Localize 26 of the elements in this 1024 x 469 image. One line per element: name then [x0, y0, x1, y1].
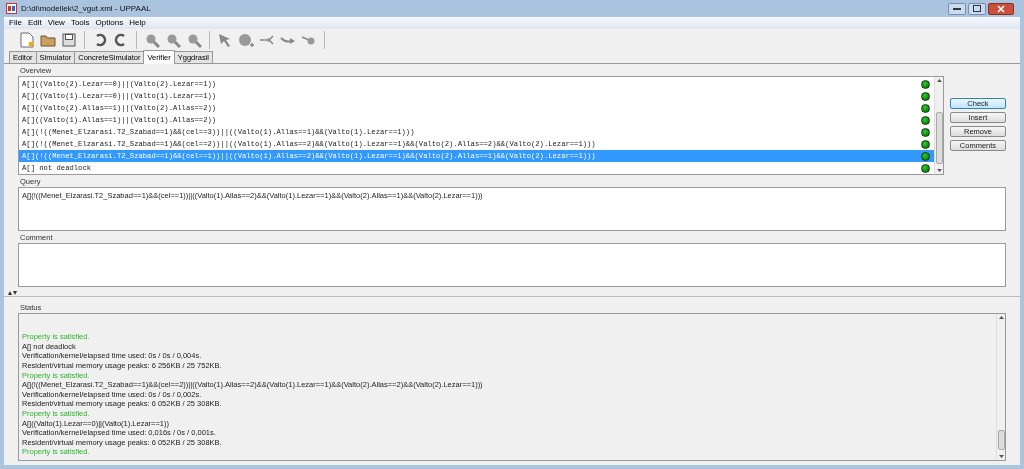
scroll-down-icon[interactable] — [997, 454, 1005, 460]
minimize-button[interactable] — [948, 2, 966, 15]
menu-item[interactable]: Edit — [24, 17, 45, 29]
menu-item[interactable]: File — [6, 17, 25, 29]
scroll-up-icon[interactable] — [997, 314, 1005, 320]
app-icon — [6, 3, 17, 14]
new-file-icon[interactable] — [18, 31, 36, 49]
menu-item[interactable]: View — [44, 17, 68, 29]
comment-field[interactable] — [18, 243, 1006, 287]
scroll-up-icon[interactable] — [935, 77, 943, 83]
menu-item[interactable]: Help — [126, 17, 149, 29]
splitter-arrows-icon[interactable] — [8, 290, 17, 295]
save-icon[interactable] — [60, 31, 78, 49]
scroll-thumb[interactable] — [997, 430, 1005, 450]
menu-item[interactable]: Tools — [67, 17, 93, 29]
scrollbar[interactable] — [996, 314, 1005, 460]
minimize-icon — [953, 7, 961, 10]
scrollbar[interactable] — [934, 77, 943, 174]
scroll-thumb[interactable] — [935, 112, 943, 164]
window-title: D:\di\modellek\2_vgut.xml - UPPAAL — [21, 2, 151, 15]
close-button[interactable] — [988, 2, 1014, 15]
maximize-button[interactable] — [968, 2, 986, 15]
close-icon — [997, 4, 1005, 13]
scroll-down-icon[interactable] — [935, 168, 943, 174]
maximize-icon — [973, 5, 981, 12]
menu-item[interactable]: Options — [92, 17, 127, 29]
